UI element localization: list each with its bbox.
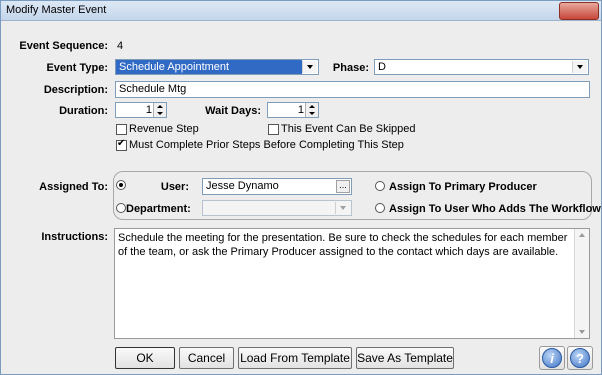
modify-master-event-window: Modify Master Event Event Sequence: 4 Ev… — [0, 0, 602, 375]
primary-producer-radio[interactable] — [375, 181, 385, 191]
duration-value: 1 — [145, 104, 152, 116]
must-complete-prior-label: Must Complete Prior Steps Before Complet… — [129, 139, 404, 151]
event-type-value: Schedule Appointment — [116, 60, 302, 74]
info-icon: i — [542, 348, 562, 368]
spin-arrows-icon[interactable] — [153, 103, 166, 117]
duration-stepper[interactable]: 1 — [115, 102, 167, 118]
must-complete-prior-checkbox[interactable] — [116, 138, 127, 151]
scroll-down-icon[interactable] — [575, 326, 589, 338]
browse-user-button[interactable]: ... — [336, 180, 350, 193]
user-radio[interactable] — [116, 180, 126, 190]
workflow-user-radio[interactable] — [375, 203, 385, 213]
title-bar[interactable]: Modify Master Event — [1, 1, 601, 21]
department-radio[interactable] — [116, 203, 126, 213]
instructions-text: Schedule the meeting for the presentatio… — [118, 232, 568, 258]
window-title: Modify Master Event — [6, 4, 107, 16]
department-select[interactable] — [202, 200, 352, 216]
description-label: Description: — [43, 84, 108, 96]
primary-producer-label: Assign To Primary Producer — [389, 181, 537, 193]
chevron-down-icon[interactable] — [572, 61, 587, 73]
instructions-textarea[interactable]: Schedule the meeting for the presentatio… — [114, 228, 590, 339]
workflow-user-label: Assign To User Who Adds The Workflow — [389, 203, 601, 215]
department-label: Department: — [126, 203, 191, 215]
duration-label: Duration: — [59, 105, 108, 117]
phase-select[interactable]: D — [374, 59, 589, 75]
user-label: User: — [160, 181, 189, 193]
user-value: Jesse Dynamo — [206, 180, 279, 192]
load-from-template-button[interactable]: Load From Template — [238, 347, 352, 369]
event-type-select[interactable]: Schedule Appointment — [115, 59, 319, 75]
spin-arrows-icon[interactable] — [305, 103, 318, 117]
event-type-label: Event Type: — [46, 62, 108, 74]
user-field[interactable]: Jesse Dynamo ... — [202, 178, 352, 195]
help-button[interactable]: ? — [567, 346, 593, 370]
chevron-down-icon[interactable] — [335, 202, 350, 214]
instructions-scrollbar[interactable] — [574, 229, 589, 338]
cancel-button[interactable]: Cancel — [179, 347, 234, 369]
wait-days-stepper[interactable]: 1 — [267, 102, 319, 118]
close-button[interactable] — [559, 2, 599, 20]
ok-button[interactable]: OK — [115, 347, 175, 369]
wait-days-label: Wait Days: — [205, 105, 261, 117]
help-icon: ? — [570, 348, 590, 368]
assigned-to-label: Assigned To: — [39, 181, 108, 193]
revenue-step-label: Revenue Step — [129, 123, 199, 135]
instructions-label: Instructions: — [41, 231, 108, 243]
can-be-skipped-checkbox[interactable] — [268, 124, 279, 135]
phase-value: D — [378, 61, 386, 73]
scroll-up-icon[interactable] — [575, 229, 589, 241]
save-as-template-button[interactable]: Save As Template — [356, 347, 454, 369]
info-button[interactable]: i — [539, 346, 565, 370]
wait-days-value: 1 — [297, 104, 304, 116]
event-sequence-label: Event Sequence: — [19, 40, 108, 52]
event-sequence-value: 4 — [117, 40, 124, 52]
revenue-step-checkbox[interactable] — [116, 124, 127, 135]
phase-label: Phase: — [332, 62, 369, 74]
description-field[interactable]: Schedule Mtg — [115, 81, 590, 98]
can-be-skipped-label: This Event Can Be Skipped — [281, 123, 416, 135]
description-value: Schedule Mtg — [119, 83, 187, 95]
